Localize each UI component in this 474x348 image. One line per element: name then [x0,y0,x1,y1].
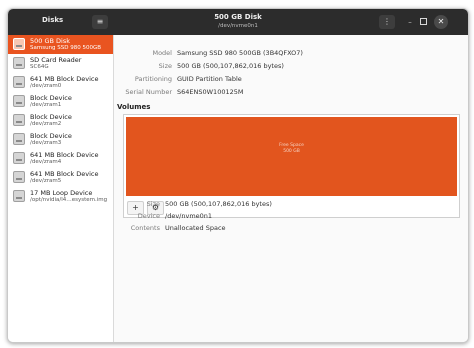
device-subtitle: /dev/zram2 [30,121,62,127]
device-subtitle: /dev/zram4 [30,159,62,165]
drive-icon [13,38,25,50]
device-label: Device [137,212,160,220]
size-label: Size [158,62,172,70]
device-item-zram1[interactable]: Block Device /dev/zram1 [8,92,113,111]
partition-free-space[interactable]: Free Space 500 GB [126,117,457,196]
device-name: 641 MB Block Device [30,75,99,83]
partitioning-label: Partitioning [134,75,172,83]
drive-icon [13,76,25,88]
volume-size-label: Size [146,200,160,208]
drive-details: Model Samsung SSD 980 500GB (3B4QFXO7) S… [114,35,468,342]
device-subtitle: /dev/zram3 [30,140,62,146]
device-subtitle: /dev/zram1 [30,102,62,108]
drive-icon [13,190,25,202]
contents-value: Unallocated Space [165,224,226,232]
partition-size: 500 GB [283,149,300,154]
device-item-zram5[interactable]: 641 MB Block Device /dev/zram5 [8,168,113,187]
model-label: Model [152,49,172,57]
device-subtitle: Samsung SSD 980 500GB [30,45,102,51]
serial-number-value: S64ENS0W100125M [177,88,244,96]
device-item-zram2[interactable]: Block Device /dev/zram2 [8,111,113,130]
maximize-button[interactable] [420,18,427,25]
drive-icon [13,114,25,126]
size-value: 500 GB (500,107,862,016 bytes) [177,62,284,70]
device-name: 641 MB Block Device [30,170,99,178]
device-name: Block Device [30,94,72,102]
header-bar: Disks ≡ 500 GB Disk /dev/nvme0n1 ⋮ – ✕ [8,9,468,35]
device-subtitle: /dev/zram0 [30,83,62,89]
partition-name: Free Space [279,143,304,148]
volumes-heading: Volumes [117,103,151,111]
app-title: Disks [42,16,64,24]
close-button[interactable]: ✕ [434,15,448,29]
device-item-sd-card-reader[interactable]: SD Card Reader SC64G [8,54,113,73]
device-item-zram4[interactable]: 641 MB Block Device /dev/zram4 [8,149,113,168]
contents-label: Contents [130,224,160,232]
device-item-zram3[interactable]: Block Device /dev/zram3 [8,130,113,149]
model-value: Samsung SSD 980 500GB (3B4QFXO7) [177,49,303,57]
device-subtitle: /dev/zram5 [30,178,62,184]
sidebar-header: Disks ≡ [8,9,113,35]
device-list: 500 GB Disk Samsung SSD 980 500GB SD Car… [8,35,114,342]
drive-icon [13,133,25,145]
device-name: Block Device [30,113,72,121]
drive-icon [13,171,25,183]
device-subtitle: SC64G [30,64,49,70]
minimize-icon: – [408,18,412,26]
device-name: Block Device [30,132,72,140]
device-name: 500 GB Disk [30,37,70,45]
plus-icon: + [132,203,139,212]
drive-options-button[interactable]: ⋮ [379,15,395,29]
partitioning-value: GUID Partition Table [177,75,242,83]
minimize-button[interactable]: – [406,18,414,26]
device-name: SD Card Reader [30,56,82,64]
volume-size-value: 500 GB (500,107,862,016 bytes) [165,200,272,208]
window-title: 500 GB Disk [214,13,262,21]
main-menu-button[interactable]: ≡ [92,15,108,29]
window-subtitle: /dev/nvme0n1 [218,23,258,29]
drive-icon [13,95,25,107]
device-value: /dev/nvme0n1 [165,212,213,220]
serial-number-label: Serial Number [125,88,172,96]
sd-card-icon [13,57,25,69]
close-icon: ✕ [437,17,445,26]
drive-icon [13,152,25,164]
device-name: 17 MB Loop Device [30,189,93,197]
disks-window: Disks ≡ 500 GB Disk /dev/nvme0n1 ⋮ – ✕ 5… [7,8,469,343]
kebab-menu-icon: ⋮ [383,17,391,26]
device-item-loop-device[interactable]: 17 MB Loop Device /opt/nvidia/l4…esystem… [8,187,113,206]
device-item-500gb-disk[interactable]: 500 GB Disk Samsung SSD 980 500GB [8,35,113,54]
device-item-zram0[interactable]: 641 MB Block Device /dev/zram0 [8,73,113,92]
device-name: 641 MB Block Device [30,151,99,159]
device-subtitle: /opt/nvidia/l4…esystem.img [30,197,108,203]
hamburger-menu-icon: ≡ [96,17,104,26]
